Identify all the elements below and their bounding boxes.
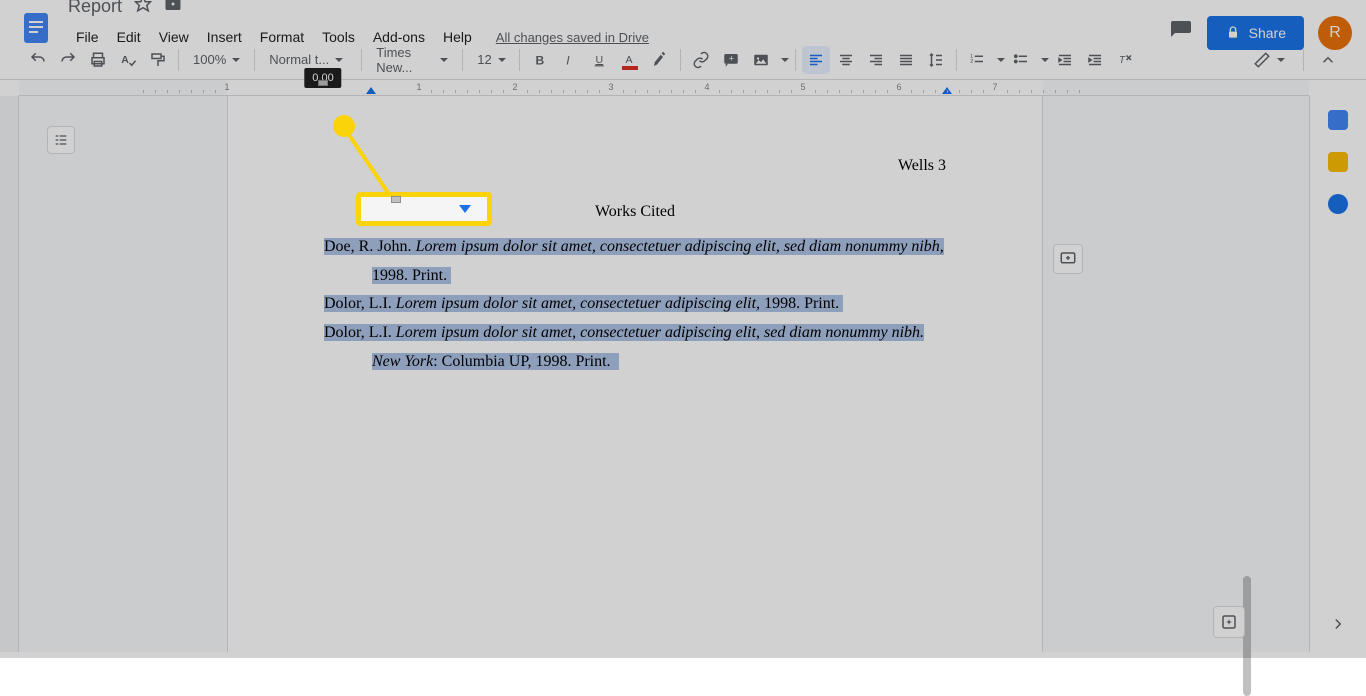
side-panel bbox=[1309, 96, 1366, 652]
outline-gutter bbox=[0, 96, 19, 652]
zoom-select[interactable]: 100% bbox=[185, 48, 248, 71]
editing-mode-select[interactable] bbox=[1245, 47, 1293, 73]
chevron-down-icon bbox=[781, 58, 789, 62]
svg-text:+: + bbox=[729, 53, 734, 63]
menu-tools[interactable]: Tools bbox=[314, 25, 363, 49]
svg-text:2: 2 bbox=[971, 59, 974, 65]
chevron-down-icon bbox=[1041, 58, 1049, 62]
account-avatar[interactable]: R bbox=[1318, 16, 1352, 50]
share-button[interactable]: Share bbox=[1207, 16, 1304, 50]
insert-image-button[interactable] bbox=[747, 46, 789, 74]
document-canvas[interactable]: Wells 3 Works Cited Doe, R. John. Lorem … bbox=[19, 96, 1309, 652]
svg-text:B: B bbox=[536, 53, 545, 67]
share-label: Share bbox=[1249, 25, 1286, 41]
increase-indent-button[interactable] bbox=[1081, 46, 1109, 74]
keep-addon-icon[interactable] bbox=[1328, 152, 1348, 172]
page[interactable]: Wells 3 Works Cited Doe, R. John. Lorem … bbox=[227, 96, 1043, 652]
spellcheck-button[interactable]: A bbox=[114, 46, 142, 74]
ruler-number: 7 bbox=[992, 82, 997, 92]
citation-entry: Dolor, L.I. Lorem ipsum dolor sit amet, … bbox=[324, 319, 946, 377]
undo-button[interactable] bbox=[24, 46, 52, 74]
svg-text:T: T bbox=[1119, 55, 1126, 66]
star-icon[interactable] bbox=[134, 0, 152, 18]
main-area: Wells 3 Works Cited Doe, R. John. Lorem … bbox=[0, 96, 1366, 652]
insert-link-button[interactable] bbox=[687, 46, 715, 74]
highlight-color-button[interactable] bbox=[646, 46, 674, 74]
callout-ruler-zoom bbox=[356, 192, 492, 226]
line-spacing-button[interactable] bbox=[922, 46, 950, 74]
underline-button[interactable]: U bbox=[586, 46, 614, 74]
ruler-number: 2 bbox=[512, 82, 517, 92]
add-comment-floating-button[interactable] bbox=[1053, 244, 1083, 274]
svg-text:U: U bbox=[596, 54, 604, 66]
svg-text:A: A bbox=[626, 54, 633, 66]
document-title[interactable]: Report bbox=[68, 0, 122, 17]
ruler-number: 1 bbox=[224, 82, 229, 92]
bold-button[interactable]: B bbox=[526, 46, 554, 74]
chevron-down-icon bbox=[498, 58, 506, 62]
chevron-down-icon bbox=[335, 58, 343, 62]
numbered-list-button[interactable]: 12 bbox=[963, 46, 1005, 74]
open-comments-icon[interactable] bbox=[1169, 19, 1193, 48]
ruler-number: 3 bbox=[608, 82, 613, 92]
tasks-addon-icon[interactable] bbox=[1328, 194, 1348, 214]
decrease-indent-button[interactable] bbox=[1051, 46, 1079, 74]
svg-text:I: I bbox=[567, 53, 571, 67]
side-panel-toggle[interactable] bbox=[1329, 615, 1347, 638]
ruler-number: 4 bbox=[704, 82, 709, 92]
ruler-number: 6 bbox=[896, 82, 901, 92]
citation-entry: Dolor, L.I. Lorem ipsum dolor sit amet, … bbox=[324, 290, 946, 319]
header-right: Share R bbox=[1169, 16, 1352, 50]
clear-formatting-button[interactable]: T bbox=[1111, 46, 1139, 74]
save-status[interactable]: All changes saved in Drive bbox=[496, 30, 649, 45]
explore-button[interactable] bbox=[1213, 606, 1245, 638]
align-center-button[interactable] bbox=[832, 46, 860, 74]
docs-logo[interactable] bbox=[16, 7, 56, 47]
horizontal-ruler[interactable]: 0.00 11234567 bbox=[19, 80, 1309, 96]
chevron-down-icon bbox=[1277, 58, 1285, 62]
align-right-button[interactable] bbox=[862, 46, 890, 74]
italic-button[interactable]: I bbox=[556, 46, 584, 74]
add-comment-button[interactable]: + bbox=[717, 46, 745, 74]
bulleted-list-button[interactable] bbox=[1007, 46, 1049, 74]
align-justify-button[interactable] bbox=[892, 46, 920, 74]
left-indent-marker[interactable] bbox=[366, 87, 376, 94]
svg-text:A: A bbox=[121, 54, 129, 66]
chevron-down-icon bbox=[232, 58, 240, 62]
zoomed-left-indent-icon bbox=[459, 205, 471, 213]
ruler-number: 1 bbox=[416, 82, 421, 92]
paint-format-button[interactable] bbox=[144, 46, 172, 74]
font-select[interactable]: Times New... bbox=[368, 41, 456, 79]
redo-button[interactable] bbox=[54, 46, 82, 74]
first-line-indent-marker[interactable] bbox=[318, 80, 328, 86]
print-button[interactable] bbox=[84, 46, 112, 74]
ruler-number: 5 bbox=[800, 82, 805, 92]
text-color-button[interactable]: A bbox=[616, 46, 644, 74]
menu-format[interactable]: Format bbox=[252, 25, 312, 49]
outline-toggle-button[interactable] bbox=[47, 126, 75, 154]
chevron-down-icon bbox=[997, 58, 1005, 62]
citation-entry: Doe, R. John. Lorem ipsum dolor sit amet… bbox=[324, 233, 946, 291]
align-left-button[interactable] bbox=[802, 46, 830, 74]
title-bar: Report File Edit View Insert Format Tool… bbox=[0, 0, 1366, 36]
page-header-text: Wells 3 bbox=[898, 152, 946, 181]
chevron-down-icon bbox=[440, 58, 448, 62]
menu-insert[interactable]: Insert bbox=[199, 25, 250, 49]
move-to-folder-icon[interactable] bbox=[164, 0, 182, 18]
font-size-select[interactable]: 12 bbox=[469, 48, 513, 71]
calendar-addon-icon[interactable] bbox=[1328, 110, 1348, 130]
